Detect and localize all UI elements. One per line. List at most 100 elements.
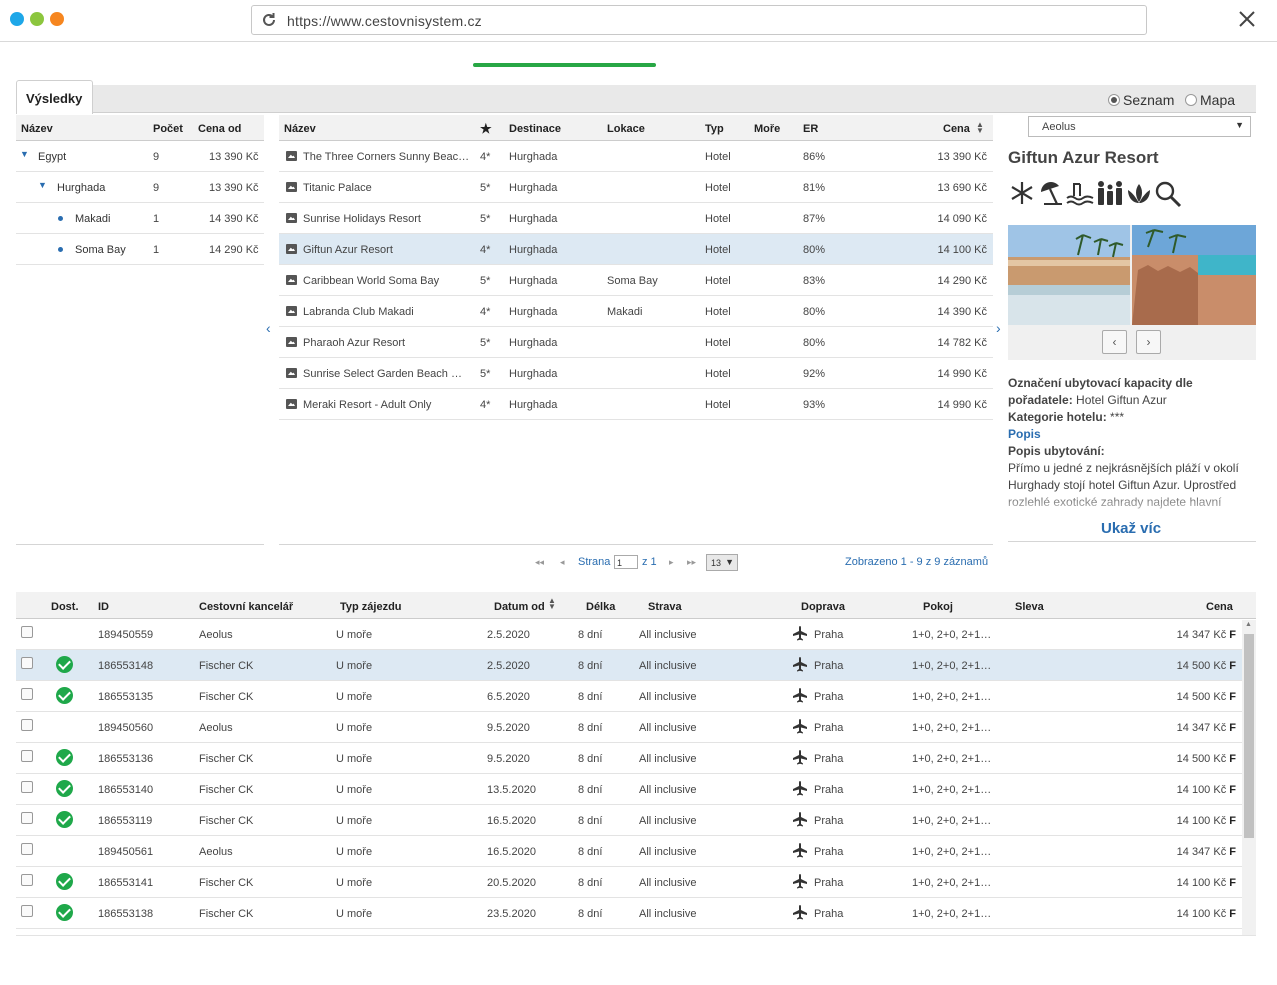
radio-unchecked-icon — [1185, 94, 1197, 106]
tab-results[interactable]: Výsledky — [16, 80, 93, 114]
search-magnifier-icon[interactable] — [1154, 180, 1182, 208]
col-er[interactable]: ER — [803, 123, 818, 135]
page-of: z 1 — [642, 556, 657, 568]
hotel-photo-gallery[interactable]: ‹ › — [1008, 225, 1256, 360]
hotel-row[interactable]: Giftun Azur Resort 4* Hurghada Hotel 80% 14 1… — [279, 234, 993, 265]
term-row[interactable]: 186553119 Fischer CK U moře 16.5.2020 8 dní A… — [16, 805, 1242, 836]
hotel-row[interactable]: Labranda Club Makadi 4* Hurghada Makadi Hote… — [279, 296, 993, 327]
destination-count: 9 — [153, 151, 160, 163]
col-location[interactable]: Lokace — [607, 123, 645, 135]
col-length[interactable]: Délka — [586, 601, 615, 613]
col-hotel-name[interactable]: Název — [284, 123, 316, 135]
expand-triangle-icon[interactable]: ▼ — [20, 149, 29, 159]
row-checkbox[interactable] — [21, 626, 33, 638]
destination-row[interactable]: ▼ Egypt 9 13 390 Kč — [16, 141, 264, 172]
sort-icon[interactable]: ▲ ▼ — [976, 121, 984, 135]
last-page-icon[interactable]: ▸▸ — [687, 557, 696, 568]
scroll-up-icon[interactable]: ▲ — [1245, 621, 1252, 628]
term-row[interactable]: 189450561 Aeolus U moře 16.5.2020 8 dní All i… — [16, 836, 1242, 867]
page-size-select[interactable]: 13 ▼ — [706, 554, 738, 571]
expand-triangle-icon[interactable]: ▼ — [38, 180, 47, 190]
term-row[interactable]: 189450560 Aeolus U moře 9.5.2020 8 dní All in… — [16, 712, 1242, 743]
term-row[interactable]: 189450559 Aeolus U moře 2.5.2020 8 dní All in… — [16, 619, 1242, 650]
chevron-left-icon[interactable]: ‹ — [266, 320, 271, 336]
col-room[interactable]: Pokoj — [923, 601, 953, 613]
destination-row[interactable]: Makadi 1 14 390 Kč — [16, 203, 264, 234]
destination-row[interactable]: Soma Bay 1 14 290 Kč — [16, 234, 264, 265]
col-availability[interactable]: Dost. — [51, 601, 79, 613]
prev-page-icon[interactable]: ◂ — [560, 557, 565, 568]
address-bar[interactable]: https://www.cestovnisystem.cz — [251, 5, 1147, 35]
row-checkbox[interactable] — [21, 688, 33, 700]
first-page-icon[interactable]: ◂◂ — [535, 557, 544, 568]
prev-photo-button[interactable]: ‹ — [1102, 330, 1127, 354]
hotel-stars: 5* — [480, 368, 491, 380]
reload-icon[interactable] — [261, 12, 277, 28]
show-more-link[interactable]: Ukaž víc — [1101, 520, 1161, 537]
row-checkbox[interactable] — [21, 812, 33, 824]
col-discount[interactable]: Sleva — [1015, 601, 1044, 613]
terms-scrollbar[interactable]: ▲ — [1242, 620, 1256, 936]
col-agency[interactable]: Cestovní kancelář — [199, 601, 293, 613]
row-checkbox[interactable] — [21, 750, 33, 762]
page-input[interactable]: 1 — [614, 555, 638, 569]
row-checkbox[interactable] — [21, 719, 33, 731]
col-price-from[interactable]: Cena od — [198, 123, 241, 135]
col-type[interactable]: Typ — [705, 123, 724, 135]
col-id[interactable]: ID — [98, 601, 109, 613]
col-transport[interactable]: Doprava — [801, 601, 845, 613]
col-trip-type[interactable]: Typ zájezdu — [340, 601, 402, 613]
next-photo-button[interactable]: › — [1136, 330, 1161, 354]
hotel-row[interactable]: Caribbean World Soma Bay 5* Hurghada Soma B… — [279, 265, 993, 296]
term-id: 189450560 — [98, 722, 154, 734]
row-checkbox[interactable] — [21, 905, 33, 917]
col-term-price[interactable]: Cena — [1206, 601, 1233, 613]
view-list-radio[interactable]: Seznam — [1108, 92, 1174, 108]
col-date-from[interactable]: Datum od — [494, 601, 545, 613]
window-dot-blue[interactable] — [10, 12, 24, 26]
destination-row[interactable]: ▼ Hurghada 9 13 390 Kč — [16, 172, 264, 203]
row-checkbox[interactable] — [21, 657, 33, 669]
hotel-row[interactable]: Sunrise Holidays Resort 5* Hurghada Hotel 87… — [279, 203, 993, 234]
term-row[interactable]: 186553141 Fischer CK U moře 20.5.2020 8 dní A… — [16, 867, 1242, 898]
destination-count: 1 — [153, 244, 160, 256]
view-map-radio[interactable]: Mapa — [1185, 92, 1235, 108]
col-price[interactable]: Cena — [943, 123, 970, 135]
term-row[interactable]: 186553148 Fischer CK U moře 2.5.2020 8 dní Al… — [16, 650, 1242, 681]
close-icon[interactable] — [1238, 10, 1256, 28]
window-dot-green[interactable] — [30, 12, 44, 26]
hotel-row[interactable]: Meraki Resort - Adult Only 4* Hurghada Hote… — [279, 389, 993, 420]
row-checkbox[interactable] — [21, 843, 33, 855]
hotel-er: 80% — [803, 244, 826, 256]
col-board[interactable]: Strava — [648, 601, 682, 613]
label-category: Kategorie hotelu — [1008, 410, 1103, 424]
window-dot-orange[interactable] — [50, 12, 64, 26]
chevron-right-icon[interactable]: › — [996, 320, 1001, 336]
hotel-row[interactable]: The Three Corners Sunny Beac… 4* Hurghada H… — [279, 141, 993, 172]
hotel-row[interactable]: Sunrise Select Garden Beach … 5* Hurghada H… — [279, 358, 993, 389]
term-row[interactable]: 186553140 Fischer CK U moře 13.5.2020 8 dní A… — [16, 774, 1242, 805]
hotel-price: 14 390 Kč — [937, 306, 987, 318]
col-destination[interactable]: Destinace — [509, 123, 561, 135]
term-row[interactable]: 186553138 Fischer CK U moře 23.5.2020 8 dní A… — [16, 898, 1242, 929]
term-price-cell: 14 500 Kč F — [1177, 691, 1236, 703]
term-row[interactable]: 186553135 Fischer CK U moře 6.5.2020 8 dní Al… — [16, 681, 1242, 712]
hotel-row[interactable]: Titanic Palace 5* Hurghada Hotel 81% 13 690 K… — [279, 172, 993, 203]
sort-icon[interactable]: ▲ ▼ — [548, 597, 556, 611]
row-checkbox[interactable] — [21, 874, 33, 886]
scrollbar-thumb[interactable] — [1244, 634, 1254, 838]
operator-select-value: Aeolus — [1042, 121, 1076, 133]
term-agency: Fischer CK — [199, 753, 254, 765]
term-row[interactable]: 186553136 Fischer CK U moře 9.5.2020 8 dní Al… — [16, 743, 1242, 774]
operator-select[interactable]: Aeolus ▼ — [1028, 116, 1251, 137]
col-count[interactable]: Počet — [153, 123, 183, 135]
destination-price: 14 390 Kč — [209, 213, 259, 225]
col-name[interactable]: Název — [21, 123, 53, 135]
next-page-icon[interactable]: ▸ — [669, 557, 674, 568]
row-checkbox[interactable] — [21, 781, 33, 793]
col-sea[interactable]: Moře — [754, 123, 780, 135]
hotel-row[interactable]: Pharaoh Azur Resort 5* Hurghada Hotel 80% 14 … — [279, 327, 993, 358]
popis-link[interactable]: Popis — [1008, 426, 1258, 443]
image-icon — [286, 368, 297, 378]
star-icon[interactable]: ★ — [480, 121, 492, 137]
